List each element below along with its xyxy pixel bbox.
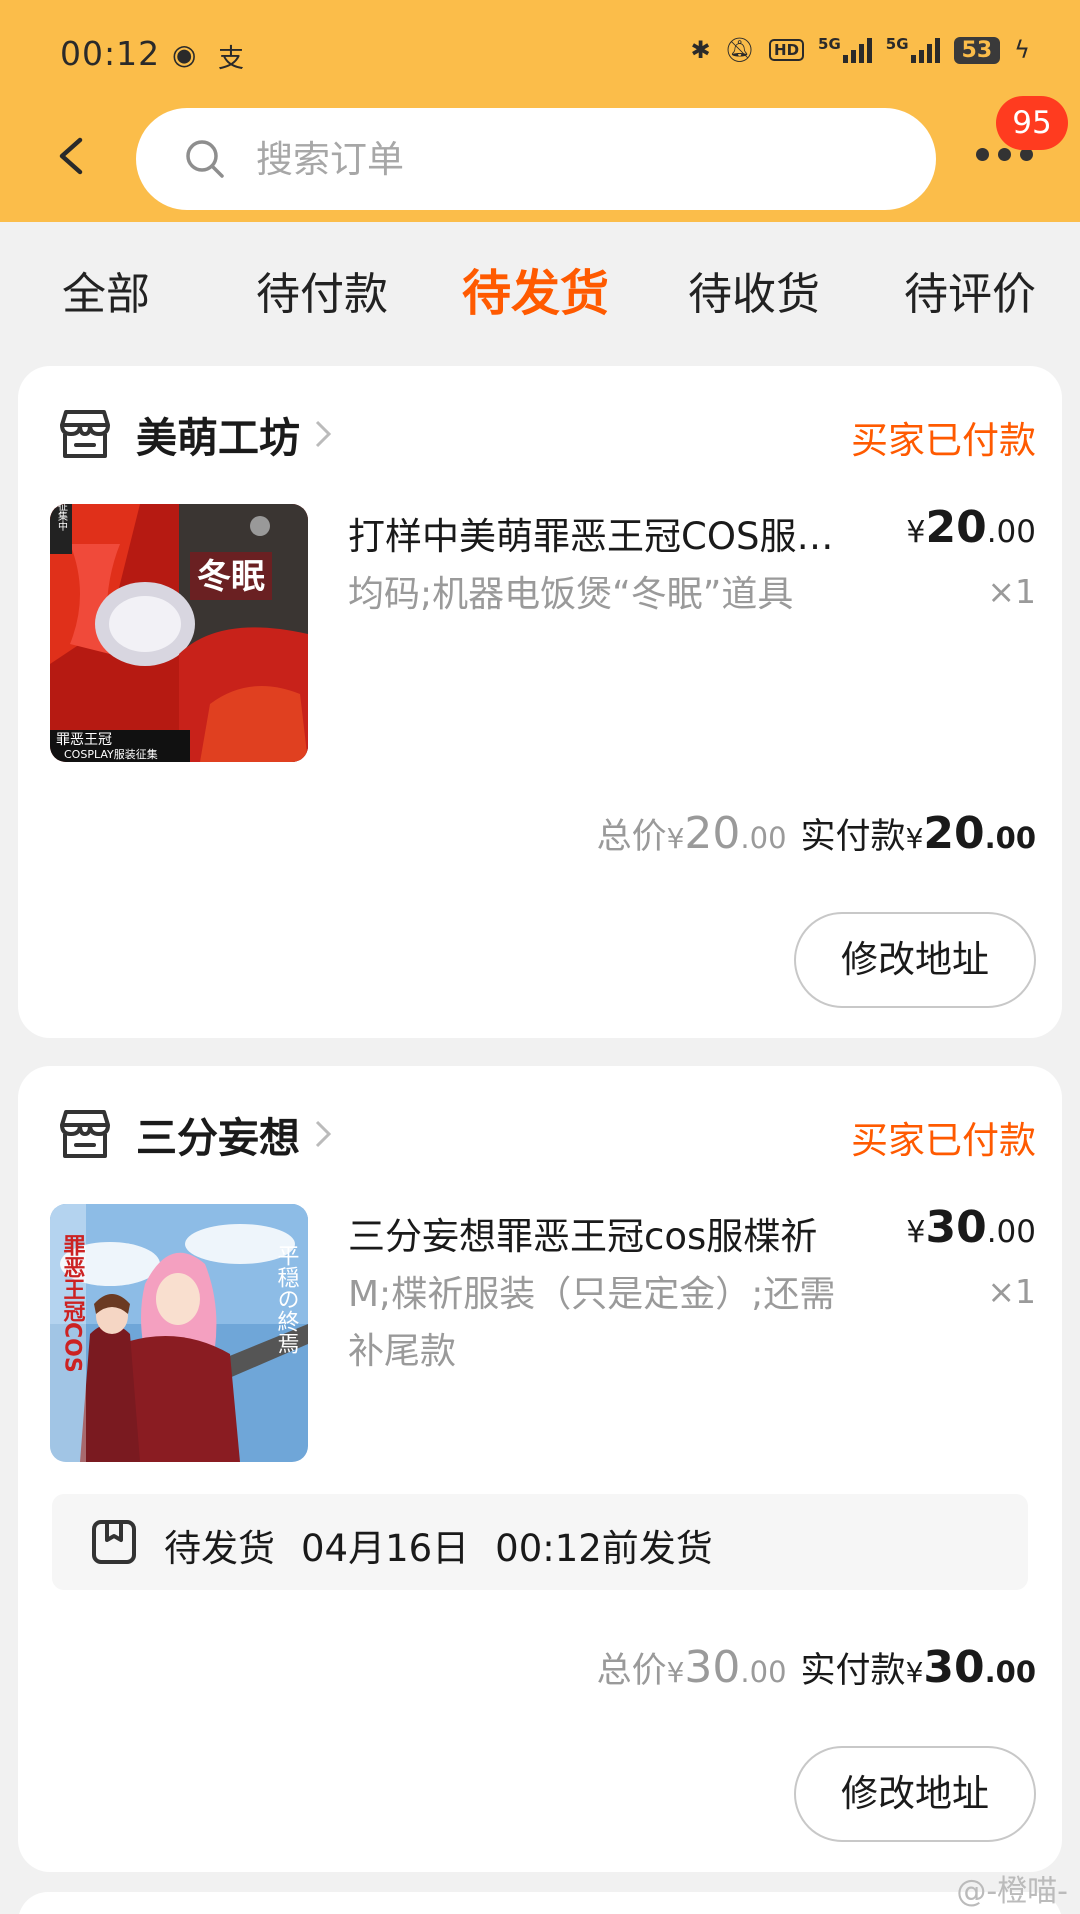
alipay-icon: 支 [218,44,245,74]
ship-time: 00:12前发货 [495,1527,713,1570]
order-card: 美萌工坊 买家已付款 冬眠 罪恶王冠 COSPLAY服装征集 征集中 打样中美萌… [18,366,1062,1038]
thumbnail-caption-title: 罪恶王冠 [56,732,112,748]
thumbnail-caption-left: 罪恶王冠COS [60,1234,86,1373]
shop-link[interactable]: 三分妄想 [56,1104,332,1164]
search-input[interactable] [256,128,896,190]
search-icon [186,140,224,178]
modify-address-button[interactable]: 修改地址 [794,912,1036,1008]
shop-name: 美萌工坊 [136,414,300,462]
header: 00:12 ◉ 支 ✱ 🔕︎ HD 5G 5G 53 ϟ 95 [0,0,1080,222]
status-icons: ✱ 🔕︎ HD 5G 5G 53 ϟ [690,36,1030,64]
ship-status: 待发货 [164,1527,275,1570]
shipping-deadline-banner: 待发货 04月16日 00:12前发货 [52,1494,1028,1590]
tab-pending-review[interactable]: 待评价 [904,258,1036,322]
ship-date: 04月16日 [301,1527,470,1570]
tab-pending-payment[interactable]: 待付款 [256,258,388,322]
product-quantity: ×1 [987,1272,1036,1311]
tab-all[interactable]: 全部 [62,258,150,322]
shop-icon [60,410,110,458]
thumbnail-badge: 征集中 [56,504,68,532]
thumbnail-caption-top: 冬眠 [197,557,265,597]
search-bar[interactable] [136,108,936,210]
mute-icon: 🔕︎ [724,36,756,64]
package-icon [92,1520,136,1564]
tab-pending-shipment[interactable]: 待发货 [462,254,609,325]
product-spec: 均码;机器电饭煲“冬眠”道具 [348,574,794,615]
hd-icon: HD [769,39,805,61]
product-name[interactable]: 打样中美萌罪恶王冠COS服装征集 [348,506,858,560]
order-card: 三分妄想 买家已付款 罪恶王冠COS 平穏の終焉 三分妄想罪恶王冠cos服楪祈 … [18,1066,1062,1872]
notification-badge: 95 [996,96,1068,150]
status-time: 00:12 [60,34,161,73]
watermark: @-橙喵- [956,1874,1068,1909]
status-bar: 00:12 ◉ 支 ✱ 🔕︎ HD 5G 5G 53 ϟ [0,0,1080,110]
battery-icon: 53 [953,36,1001,64]
thumbnail-caption-sub: COSPLAY服装征集 [64,747,158,761]
product-thumbnail[interactable]: 罪恶王冠COS 平穏の終焉 [50,1204,308,1462]
signal-1-icon: 5G [818,37,872,63]
next-order-card-partial [18,1892,1062,1914]
signal-2-icon: 5G [886,37,940,63]
product-spec: M;楪祈服装（只是定金）;还需补尾款 [348,1274,836,1372]
order-status: 买家已付款 [851,1119,1036,1162]
modify-address-button[interactable]: 修改地址 [794,1746,1036,1842]
thumbnail-caption-right: 平穏の終焉 [274,1244,300,1354]
bluetooth-icon: ✱ [690,36,711,64]
app-notification-icon: ◉ [172,38,197,71]
product-thumbnail[interactable]: 冬眠 罪恶王冠 COSPLAY服装征集 征集中 [50,504,308,762]
charging-icon: ϟ [1014,36,1030,64]
shop-name: 三分妄想 [136,1114,300,1162]
product-price: ¥20.00 [906,502,1036,553]
product-quantity: ×1 [987,572,1036,611]
order-totals: 总价 ¥30.00 实付款 ¥30.00 [596,1642,1036,1693]
product-name[interactable]: 三分妄想罪恶王冠cos服楪祈 [348,1206,858,1260]
shop-icon [60,1110,110,1158]
tab-pending-receipt[interactable]: 待收货 [688,258,820,322]
order-status: 买家已付款 [851,419,1036,462]
back-arrow-icon[interactable] [56,136,86,176]
chevron-right-icon [315,1120,332,1148]
chevron-right-icon [315,420,332,448]
order-totals: 总价 ¥20.00 实付款 ¥20.00 [596,808,1036,859]
shop-link[interactable]: 美萌工坊 [56,404,332,464]
product-price: ¥30.00 [906,1202,1036,1253]
order-tabs: 全部 待付款 待发货 待收货 待评价 [0,222,1080,352]
